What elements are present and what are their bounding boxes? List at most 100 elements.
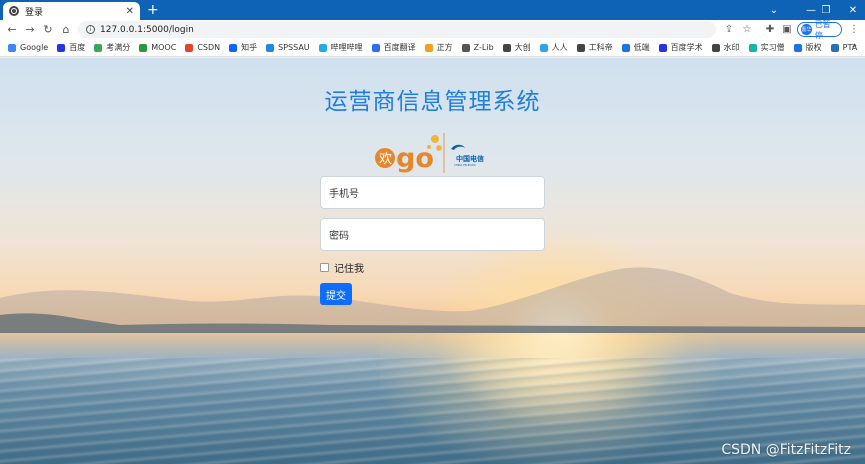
bookmark-icon bbox=[621, 43, 630, 52]
home-icon[interactable]: ⌂ bbox=[57, 21, 75, 39]
extensions-icon[interactable]: ✚ bbox=[763, 20, 777, 39]
bookmark-item[interactable]: 实习僧 bbox=[748, 42, 785, 53]
restore-icon[interactable]: ❐ bbox=[812, 0, 840, 20]
logo-brand-text: 中国电信 bbox=[456, 154, 484, 163]
bookmark-item[interactable]: SPSSAU bbox=[266, 43, 310, 52]
bookmark-label: Google bbox=[20, 43, 49, 52]
page-title: 运营商信息管理系统 bbox=[324, 89, 541, 115]
bookmark-label: 百度 bbox=[69, 43, 86, 52]
bookmark-icon bbox=[658, 43, 667, 52]
bookmark-label: 知乎 bbox=[241, 43, 258, 52]
bookmark-icon bbox=[748, 43, 757, 52]
bookmark-icon bbox=[139, 43, 148, 52]
bookmark-label: CSDN bbox=[197, 43, 221, 52]
bookmark-icon bbox=[229, 43, 238, 52]
submit-button[interactable]: 提交 bbox=[320, 283, 352, 305]
site-info-icon[interactable]: i bbox=[86, 25, 95, 34]
bookmark-star-icon[interactable]: ☆ bbox=[740, 20, 754, 39]
new-tab-button[interactable]: + bbox=[147, 2, 159, 18]
bookmark-icon bbox=[424, 43, 433, 52]
remember-me: 记住我 bbox=[320, 260, 545, 275]
profile-status-label: 已暂停 bbox=[814, 19, 831, 40]
bookmark-item[interactable]: CSDN bbox=[185, 43, 220, 52]
bookmark-item[interactable]: 正方 bbox=[424, 42, 453, 53]
remember-label: 记住我 bbox=[334, 263, 364, 275]
bookmark-label: 正方 bbox=[436, 43, 453, 52]
tab-title: 登录 bbox=[25, 7, 44, 18]
window-close-icon[interactable]: ✕ bbox=[839, 0, 865, 20]
bookmark-item[interactable]: 工科帝 bbox=[576, 42, 613, 53]
china-telecom-logo: 欢 go 中国电信 CHINA TELECOM bbox=[375, 133, 484, 174]
bookmark-icon bbox=[57, 43, 66, 52]
bookmark-label: 百度翻译 bbox=[383, 43, 416, 52]
browser-tabstrip: 登录 ✕ + ⌄ — ❐ ✕ bbox=[0, 0, 865, 20]
bookmarks-overflow-icon[interactable]: » bbox=[851, 41, 857, 51]
profile-button[interactable]: 嘉华 已暂停 bbox=[797, 20, 842, 40]
bookmark-label: 实习僧 bbox=[760, 43, 785, 52]
bookmark-item[interactable]: Z-Lib bbox=[461, 43, 494, 52]
bookmark-item[interactable]: MOOC bbox=[139, 43, 176, 52]
bookmark-icon bbox=[576, 43, 585, 52]
bookmark-icon bbox=[94, 43, 103, 52]
bookmark-item[interactable]: 百度 bbox=[57, 42, 85, 53]
watermark: CSDN @FitzFitzFitz bbox=[721, 442, 851, 458]
bookmark-label: SPSSAU bbox=[278, 43, 310, 52]
menu-kebab-icon[interactable]: ⋮ bbox=[848, 20, 860, 39]
bookmark-item[interactable]: 低端 bbox=[621, 42, 650, 53]
url-text: 127.0.0.1:5000/login bbox=[100, 24, 194, 35]
bookmark-item[interactable]: 知乎 bbox=[229, 42, 257, 53]
bookmark-label: 大创 bbox=[514, 43, 531, 52]
bookmark-icon bbox=[830, 43, 839, 52]
password-placeholder: 密码 bbox=[329, 231, 349, 242]
bookmark-icon bbox=[371, 43, 380, 52]
bookmark-label: 工科帝 bbox=[588, 43, 613, 52]
bookmark-item[interactable]: 哔哩哔哩 bbox=[318, 42, 363, 53]
remember-checkbox[interactable] bbox=[320, 262, 329, 272]
phone-input[interactable]: 手机号 bbox=[320, 176, 545, 209]
login-form: 手机号 密码 记住我 提交 bbox=[320, 176, 545, 305]
bookmark-icon bbox=[185, 43, 194, 52]
bookmark-icon bbox=[8, 43, 16, 52]
bookmark-label: 水印 bbox=[723, 43, 740, 52]
bookmark-label: 版权 bbox=[805, 43, 822, 52]
bookmarks-bar: Google 百度 考满分 MOOC CSDN 知乎 SPSSAU 哔哩哔哩 百度翻译 正方 Z-L… bbox=[0, 39, 865, 57]
forward-arrow-icon[interactable]: → bbox=[21, 21, 39, 39]
reload-icon[interactable]: ↻ bbox=[39, 21, 57, 39]
bookmark-label: 哔哩哔哩 bbox=[330, 43, 363, 52]
tab-search-icon[interactable]: ⌄ bbox=[760, 0, 788, 20]
side-panel-icon[interactable]: ▣ bbox=[780, 20, 794, 39]
bookmark-icon bbox=[793, 43, 802, 52]
bookmark-icon bbox=[461, 43, 470, 52]
bookmark-icon bbox=[711, 43, 720, 52]
bookmark-icon bbox=[539, 43, 548, 52]
bookmark-item[interactable]: 百度翻译 bbox=[371, 42, 416, 53]
bookmark-item[interactable]: 大创 bbox=[502, 42, 531, 53]
share-icon[interactable]: ⇪ bbox=[722, 20, 736, 39]
bookmark-icon bbox=[266, 43, 275, 52]
bookmark-item[interactable]: 版权 bbox=[793, 42, 822, 53]
bookmark-item[interactable]: 水印 bbox=[711, 42, 740, 53]
svg-text:欢: 欢 bbox=[379, 152, 392, 167]
logo-brand-en-text: CHINA TELECOM bbox=[454, 163, 475, 167]
bookmark-label: MOOC bbox=[151, 43, 177, 52]
avatar: 嘉华 bbox=[801, 24, 812, 35]
bookmark-icon bbox=[502, 43, 511, 52]
bookmark-icon bbox=[318, 43, 327, 52]
bookmark-label: 百度学术 bbox=[670, 43, 703, 52]
password-input[interactable]: 密码 bbox=[320, 218, 545, 251]
bookmark-label: 人人 bbox=[551, 43, 568, 52]
bookmark-item[interactable]: 考满分 bbox=[94, 42, 130, 53]
login-page: 运营商信息管理系统 欢 go 中国电信 CHINA TELECOM 手机号 密码… bbox=[0, 58, 865, 464]
globe-icon bbox=[9, 6, 19, 16]
address-bar[interactable]: i 127.0.0.1:5000/login bbox=[78, 21, 716, 38]
browser-toolbar: ← → ↻ ⌂ i 127.0.0.1:5000/login ⇪ ☆ ✚ ▣ 嘉… bbox=[0, 20, 865, 40]
browser-tab[interactable]: 登录 ✕ bbox=[3, 2, 140, 20]
bookmark-item[interactable]: 百度学术 bbox=[658, 42, 703, 53]
bookmark-label: 低端 bbox=[633, 43, 650, 52]
bookmark-item[interactable]: 人人 bbox=[539, 42, 568, 53]
bookmark-item[interactable]: Google bbox=[8, 43, 48, 52]
bookmark-label: 考满分 bbox=[106, 43, 131, 52]
tab-close-icon[interactable]: ✕ bbox=[126, 6, 134, 17]
back-arrow-icon[interactable]: ← bbox=[3, 21, 21, 39]
bookmark-label: Z-Lib bbox=[473, 43, 494, 52]
